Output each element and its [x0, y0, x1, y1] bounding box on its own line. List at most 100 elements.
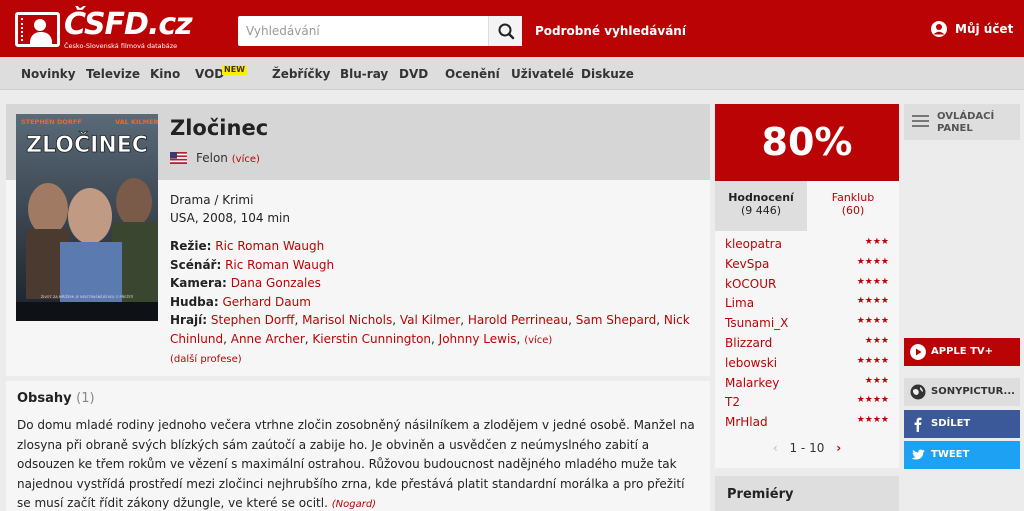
nav-item-users[interactable]: Uživatelé — [511, 67, 574, 81]
star-rating: ★★★ — [864, 375, 889, 386]
cast-link[interactable]: Johnny Lewis — [439, 332, 517, 346]
user-link[interactable]: Blizzard — [725, 336, 772, 350]
pager-next-icon[interactable]: › — [836, 441, 841, 455]
user-rating-row: Lima ★★★★ — [725, 294, 889, 314]
cast-link[interactable]: Anne Archer — [231, 332, 305, 346]
crew-director: Režie: Ric Roman Waugh — [170, 237, 700, 256]
tab-ratings[interactable]: Hodnocení (9 446) — [715, 181, 807, 231]
plot-body: Do domu mladé rodiny jednoho večera vtrh… — [17, 418, 695, 510]
site-header: ČSFD.cz Česko-Slovenská filmová databáze… — [0, 0, 1024, 57]
writer-link[interactable]: Ric Roman Waugh — [225, 258, 334, 272]
pager-range: 1 - 10 — [789, 441, 825, 455]
user-link[interactable]: Malarkey — [725, 376, 779, 390]
plot-heading-text: Obsahy — [17, 391, 72, 406]
user-icon — [931, 21, 947, 37]
user-link[interactable]: kleopatra — [725, 237, 782, 251]
user-link[interactable]: MrHlad — [725, 415, 768, 429]
star-rating: ★★★ — [864, 335, 889, 346]
star-rating: ★★★★ — [856, 415, 889, 426]
sony-pictures-button[interactable]: SONYPICTUR... — [904, 378, 1020, 406]
plot-box: Obsahy (1) Do domu mladé rodiny jednoho … — [6, 381, 710, 511]
nav-item-awards[interactable]: Ocenění — [445, 67, 500, 81]
cast-link[interactable]: Val Kilmer — [400, 313, 460, 327]
original-title-text: Felon — [196, 151, 228, 165]
apple-tv-button[interactable]: APPLE TV+ — [904, 338, 1020, 366]
cast-link[interactable]: Harold Perrineau — [468, 313, 568, 327]
tab-fanclub[interactable]: Fanklub (60) — [807, 181, 899, 231]
nav-item-kino[interactable]: Kino — [150, 67, 180, 81]
plot-text: Do domu mladé rodiny jednoho večera vtrh… — [17, 416, 701, 511]
cast-more-link[interactable]: (více) — [524, 335, 552, 346]
nav-item-televize[interactable]: Televize — [86, 67, 140, 81]
facebook-share-button[interactable]: SDÍLET — [904, 410, 1020, 438]
cast-link[interactable]: Marisol Nichols — [302, 313, 392, 327]
tweet-label: TWEET — [931, 449, 970, 460]
cast-link[interactable]: Kierstin Cunnington — [312, 332, 431, 346]
poster-image: STEPHEN DORFF VAL KILMER ZLOČINEC ŽIVOT … — [16, 114, 159, 321]
globe-icon — [910, 384, 926, 400]
movie-info-box: STEPHEN DORFF VAL KILMER ZLOČINEC ŽIVOT … — [6, 104, 710, 376]
search-input[interactable] — [238, 16, 488, 46]
cast-link[interactable]: Sam Shepard — [576, 313, 656, 327]
user-rating-row: Tsunami_X ★★★★ — [725, 314, 889, 334]
pager-prev-icon[interactable]: ‹ — [773, 441, 778, 455]
logo-subtitle: Česko-Slovenská filmová databáze — [64, 42, 178, 50]
nav-item-dvd[interactable]: DVD — [399, 67, 428, 81]
user-link[interactable]: Tsunami_X — [725, 316, 788, 330]
rating-box: 80% Hodnocení (9 446) Fanklub (60) kleop… — [715, 104, 899, 468]
poster-actor-left: STEPHEN DORFF — [21, 118, 82, 126]
main-nav: Novinky Televize Kino VOD NEW Žebříčky B… — [0, 57, 1024, 90]
crew-music: Hudba: Gerhard Daum — [170, 293, 700, 312]
control-panel-button[interactable]: OVLÁDACÍ PANEL — [904, 104, 1020, 140]
nav-item-vod[interactable]: VOD — [195, 67, 224, 81]
user-link[interactable]: KevSpa — [725, 257, 769, 271]
user-rating-row: kOCOUR ★★★★ — [725, 275, 889, 295]
camera-label: Kamera: — [170, 276, 227, 290]
original-title-more-link[interactable]: (více) — [232, 154, 260, 165]
camera-link[interactable]: Dana Gonzales — [231, 276, 321, 290]
advanced-search-link[interactable]: Podrobné vyhledávání — [535, 24, 686, 38]
nav-item-bluray[interactable]: Blu-ray — [340, 67, 388, 81]
tab-ratings-label: Hodnocení — [728, 191, 794, 204]
site-logo[interactable]: ČSFD.cz Česko-Slovenská filmová databáze — [15, 7, 193, 53]
new-badge: NEW — [222, 65, 247, 75]
nav-item-novinky[interactable]: Novinky — [21, 67, 76, 81]
star-rating: ★★★ — [864, 237, 889, 247]
user-link[interactable]: lebowski — [725, 356, 777, 370]
nav-item-rankings[interactable]: Žebříčky — [272, 67, 330, 81]
ratings-pager: ‹ 1 - 10 › — [715, 441, 899, 455]
search-button[interactable] — [488, 16, 522, 46]
user-rating-row: KevSpa ★★★★ — [725, 255, 889, 275]
plot-author-link[interactable]: (Nogard) — [332, 499, 376, 510]
user-rating-row: kleopatra ★★★ — [725, 235, 889, 255]
nav-item-discussion[interactable]: Diskuze — [581, 67, 634, 81]
crew-camera: Kamera: Dana Gonzales — [170, 274, 700, 293]
poster-tagline: ŽIVOT ZA MŘÍŽEMI JE NEJSTRAŠNĚJŠÍ BOJ O … — [41, 294, 134, 299]
user-link[interactable]: kOCOUR — [725, 277, 776, 291]
play-icon — [910, 344, 926, 360]
rating-percent: 80% — [715, 104, 899, 181]
music-label: Hudba: — [170, 294, 219, 309]
facebook-icon — [914, 417, 922, 432]
movie-origin: USA, 2008, 104 min — [170, 211, 290, 225]
plot-heading: Obsahy (1) — [17, 391, 95, 406]
cast-link[interactable]: Stephen Dorff — [211, 313, 295, 327]
tweet-button[interactable]: TWEET — [904, 441, 1020, 469]
music-link[interactable]: Gerhard Daum — [223, 295, 311, 309]
director-link[interactable]: Ric Roman Waugh — [215, 239, 324, 253]
user-link[interactable]: Lima — [725, 296, 754, 310]
premieres-box: Premiéry — [715, 476, 899, 511]
movie-crew: Režie: Ric Roman Waugh Scénář: Ric Roman… — [170, 237, 700, 368]
star-rating: ★★★★ — [856, 276, 889, 287]
more-professions-link[interactable]: (další profese) — [170, 354, 242, 365]
poster-title: ZLOČINEC — [26, 132, 148, 158]
account-menu[interactable]: Můj účet — [929, 21, 1013, 37]
user-rating-row: T2 ★★★★ — [725, 393, 889, 413]
movie-poster[interactable]: STEPHEN DORFF VAL KILMER ZLOČINEC ŽIVOT … — [16, 114, 159, 321]
user-link[interactable]: T2 — [725, 395, 740, 409]
user-rating-row: lebowski ★★★★ — [725, 354, 889, 374]
tab-fanclub-count: (60) — [841, 204, 865, 217]
user-ratings-list: kleopatra ★★★ KevSpa ★★★★ kOCOUR ★★★★ Li… — [725, 235, 889, 433]
twitter-icon — [911, 449, 925, 460]
user-rating-row: MrHlad ★★★★ — [725, 413, 889, 433]
